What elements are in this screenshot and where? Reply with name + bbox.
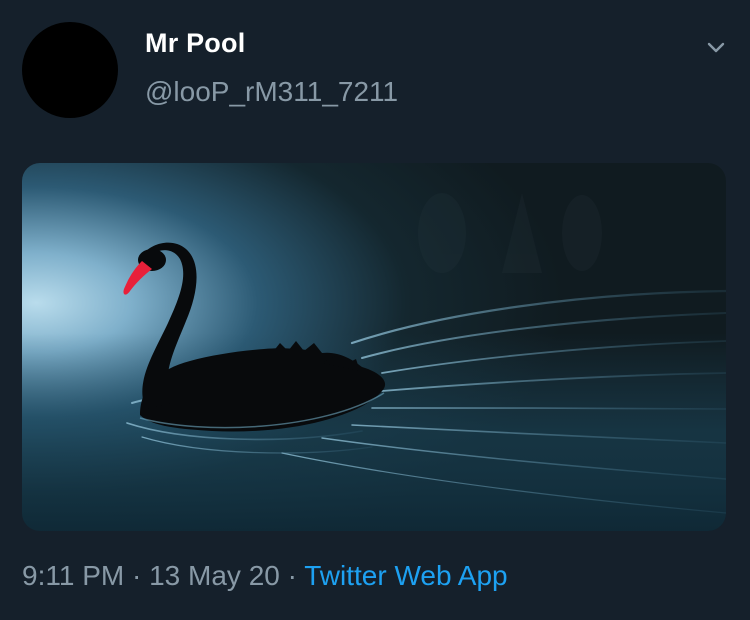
meta-separator: · (124, 560, 150, 591)
tweet-source-link[interactable]: Twitter Web App (304, 560, 507, 591)
tweet-metadata: 9:11 PM · 13 May 20 · Twitter Web App (22, 560, 508, 592)
avatar[interactable] (22, 22, 118, 118)
chevron-down-icon[interactable] (702, 34, 730, 62)
meta-separator: · (279, 560, 305, 591)
display-name[interactable]: Mr Pool (145, 28, 245, 59)
tweet-date[interactable]: 13 May 20 (149, 560, 280, 591)
user-handle[interactable]: @looP_rM311_7211 (145, 76, 398, 108)
black-swan-image (22, 163, 726, 531)
tweet: Mr Pool @looP_rM311_7211 9:11 PM · 13 Ma… (0, 0, 750, 620)
tweet-time[interactable]: 9:11 PM (22, 560, 124, 591)
tweet-image[interactable] (22, 163, 726, 531)
